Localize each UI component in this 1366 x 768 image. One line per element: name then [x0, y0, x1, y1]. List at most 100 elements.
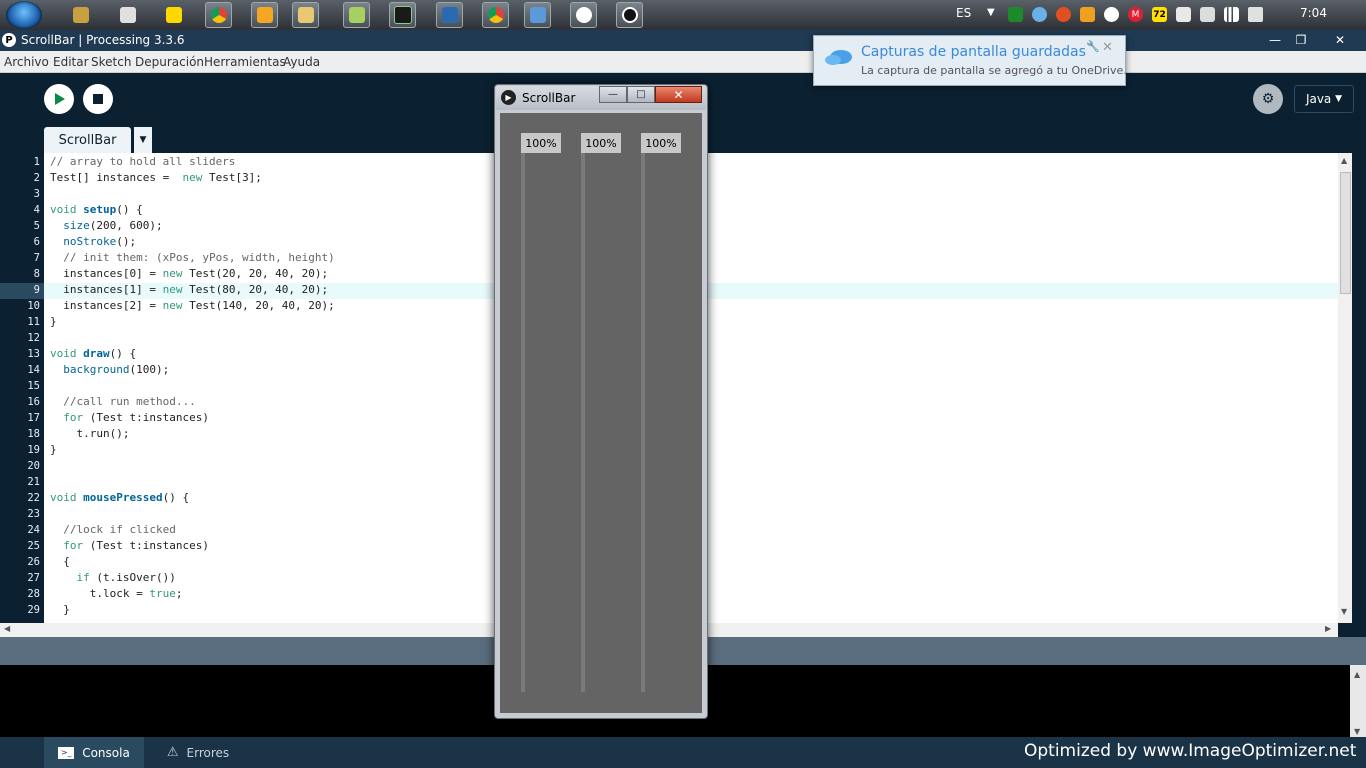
calculator-icon: [119, 7, 136, 23]
app-icon: [441, 7, 458, 23]
slider-handle[interactable]: 100%: [581, 133, 621, 153]
chrome-icon: [210, 7, 227, 23]
menu-sketch[interactable]: Sketch: [91, 55, 131, 69]
taskbar-app-1[interactable]: [67, 2, 94, 28]
code-line: }: [50, 315, 57, 328]
slider-handle[interactable]: 100%: [521, 133, 561, 153]
tray-m-icon[interactable]: M: [1128, 7, 1143, 22]
menu-herramientas[interactable]: Herramientas: [204, 55, 286, 69]
line-number: 29: [27, 604, 40, 616]
line-number: 3: [33, 188, 40, 200]
chrome-icon: [487, 7, 504, 23]
sketch-maximize-button[interactable]: □: [627, 86, 655, 103]
taskbar-explorer[interactable]: [292, 2, 319, 28]
scroll-up-icon[interactable]: ▲: [1354, 670, 1360, 679]
taskbar-processing[interactable]: [570, 2, 597, 28]
battery-icon[interactable]: [1200, 7, 1215, 22]
start-button[interactable]: [6, 1, 42, 29]
menu-editar[interactable]: Editar: [53, 55, 89, 69]
folder-icon: [297, 7, 314, 23]
scroll-down-icon[interactable]: ▼: [1354, 727, 1360, 736]
code-line: instances[1] = new Test(80, 20, 40, 20);: [50, 283, 329, 296]
close-button[interactable]: ✕: [1326, 31, 1354, 48]
scroll-down-icon[interactable]: ▼: [1341, 607, 1347, 616]
code-line: }: [50, 603, 70, 616]
menu-depuracion[interactable]: Depuración: [135, 55, 204, 69]
line-number: 18: [27, 428, 40, 440]
code-line: size(200, 600);: [63, 219, 163, 232]
taskbar-chrome[interactable]: [205, 2, 232, 28]
signal-icon[interactable]: [1224, 7, 1239, 22]
slider-track[interactable]: [641, 153, 645, 692]
tray-app-icon[interactable]: [1008, 7, 1023, 22]
taskbar-terminal[interactable]: [389, 2, 416, 28]
scrollbar-thumb[interactable]: [1340, 172, 1351, 294]
code-line: // init them: (xPos, yPos, width, height…: [63, 251, 335, 264]
menu-ayuda[interactable]: Ayuda: [283, 55, 320, 69]
language-indicator[interactable]: ES: [956, 6, 971, 20]
line-number: 25: [27, 540, 40, 552]
mode-selector[interactable]: Java ▼: [1294, 85, 1354, 113]
clock[interactable]: 7:04: [1300, 6, 1327, 20]
line-number: 21: [27, 476, 40, 488]
tab-menu-chevron-icon[interactable]: ▼: [134, 127, 152, 153]
debug-button[interactable]: ⚙: [1253, 84, 1283, 114]
code-line: instances[2] = new Test(140, 20, 40, 20)…: [50, 299, 335, 312]
taskbar-app-2[interactable]: [114, 2, 141, 28]
taskbar-app-3[interactable]: [160, 2, 187, 28]
scroll-left-icon[interactable]: ◀: [4, 624, 10, 633]
line-number: 26: [27, 556, 40, 568]
taskbar-app-6[interactable]: [524, 2, 551, 28]
taskbar-media[interactable]: [251, 2, 278, 28]
tab-console[interactable]: >_ Consola: [44, 737, 144, 768]
code-line: void mousePressed() {: [50, 491, 190, 504]
onedrive-icon[interactable]: [1104, 7, 1119, 22]
sketch-canvas[interactable]: [500, 113, 702, 713]
tab-errors[interactable]: ⚠ Errores: [148, 737, 248, 768]
media-player-icon: [256, 7, 273, 23]
tab-scrollbar[interactable]: ScrollBar: [44, 127, 131, 153]
run-button[interactable]: [44, 84, 74, 114]
taskbar-app-4[interactable]: [343, 2, 370, 28]
tray-app-icon[interactable]: [1056, 7, 1071, 22]
notification-toast[interactable]: [813, 35, 1126, 86]
processing-icon: [575, 7, 592, 23]
taskbar-chrome-2[interactable]: [482, 2, 509, 28]
code-line: instances[0] = new Test(20, 20, 40, 20);: [50, 267, 329, 280]
line-number: 14: [27, 364, 40, 376]
sketch-minimize-button[interactable]: —: [599, 86, 627, 103]
sketch-close-button[interactable]: ✕: [655, 86, 702, 103]
slider-handle[interactable]: 100%: [641, 133, 681, 153]
play-icon: ▶: [501, 90, 516, 105]
slider-track[interactable]: [581, 153, 585, 692]
onedrive-cloud-icon: [825, 50, 852, 65]
play-icon: [55, 93, 65, 105]
scroll-up-icon[interactable]: ▲: [1341, 156, 1347, 165]
tray-app-icon[interactable]: [1080, 7, 1095, 22]
cloud-upload-icon[interactable]: [1032, 7, 1047, 22]
maximize-button[interactable]: ❐: [1287, 31, 1315, 48]
line-number: 11: [27, 316, 40, 328]
menu-archivo[interactable]: Archivo: [4, 55, 49, 69]
code-line: void setup() {: [50, 203, 143, 216]
notification-close-button[interactable]: ✕: [1102, 40, 1113, 55]
code-line: //lock if clicked: [63, 523, 176, 536]
slider-track[interactable]: [521, 153, 525, 692]
chevron-down-icon[interactable]: ▼: [987, 7, 995, 18]
stop-button[interactable]: [83, 84, 113, 114]
line-number: 19: [27, 444, 40, 456]
taskbar-sketch[interactable]: [616, 2, 643, 28]
taskbar-app-5[interactable]: [436, 2, 463, 28]
app-icon: [72, 7, 89, 23]
flag-icon[interactable]: [1176, 7, 1191, 22]
line-number: 4: [33, 204, 40, 216]
settings-icon[interactable]: 🔧: [1086, 40, 1100, 53]
volume-icon[interactable]: [1248, 7, 1263, 22]
minimize-button[interactable]: —: [1261, 31, 1289, 48]
scroll-right-icon[interactable]: ▶: [1325, 624, 1331, 633]
tab-console-label: Consola: [82, 745, 130, 760]
tray-badge[interactable]: 72: [1152, 7, 1167, 22]
line-number: 2: [33, 172, 40, 184]
window-title: ScrollBar | Processing 3.3.6: [21, 33, 185, 47]
app-icon: [348, 7, 365, 23]
